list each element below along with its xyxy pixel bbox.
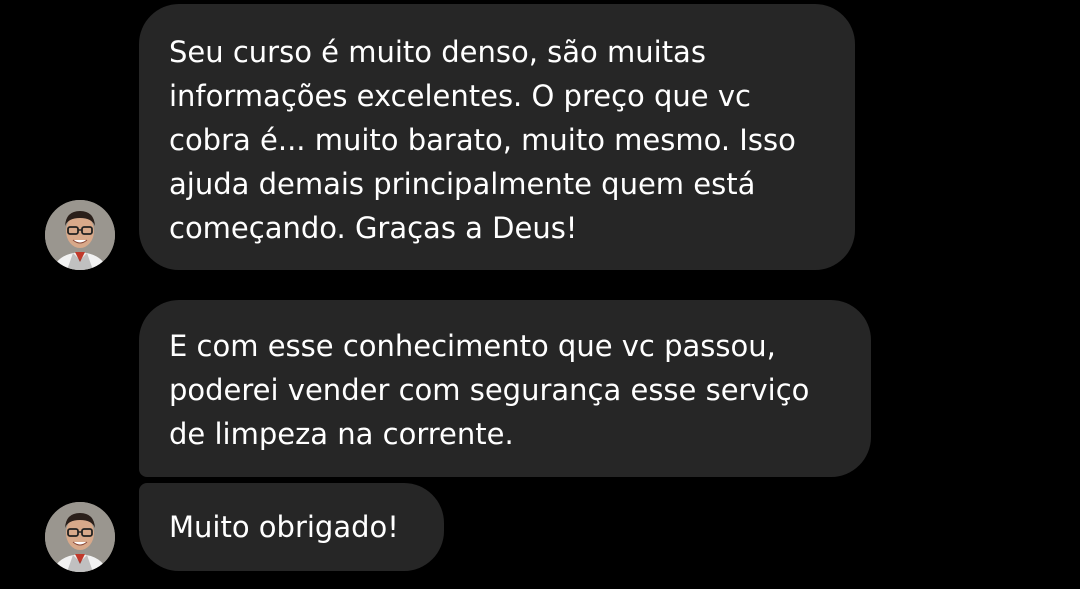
message-1-line-2: informações excelentes. O preço que vc (169, 79, 751, 113)
message-2-line-2: poderei vender com segurança esse serviç… (169, 373, 810, 407)
contact-avatar[interactable] (45, 502, 115, 572)
message-1-line-3: cobra é... muito barato, muito mesmo. Is… (169, 123, 796, 157)
message-bubble-3[interactable]: Muito obrigado! (139, 483, 444, 571)
message-3-line-1: Muito obrigado! (169, 510, 399, 544)
message-1-line-1: Seu curso é muito denso, são muitas (169, 35, 706, 69)
message-1-line-5: começando. Graças a Deus! (169, 211, 578, 245)
contact-avatar[interactable] (45, 200, 115, 270)
message-bubble-2[interactable]: E com esse conhecimento que vc passou, p… (139, 300, 871, 477)
message-2-line-1: E com esse conhecimento que vc passou, (169, 329, 776, 363)
message-2-line-3: de limpeza na corrente. (169, 417, 514, 451)
message-1-line-4: ajuda demais principalmente quem está (169, 167, 756, 201)
avatar-photo-icon (45, 200, 115, 270)
message-bubble-1[interactable]: Seu curso é muito denso, são muitas info… (139, 4, 855, 270)
avatar-photo-icon (45, 502, 115, 572)
